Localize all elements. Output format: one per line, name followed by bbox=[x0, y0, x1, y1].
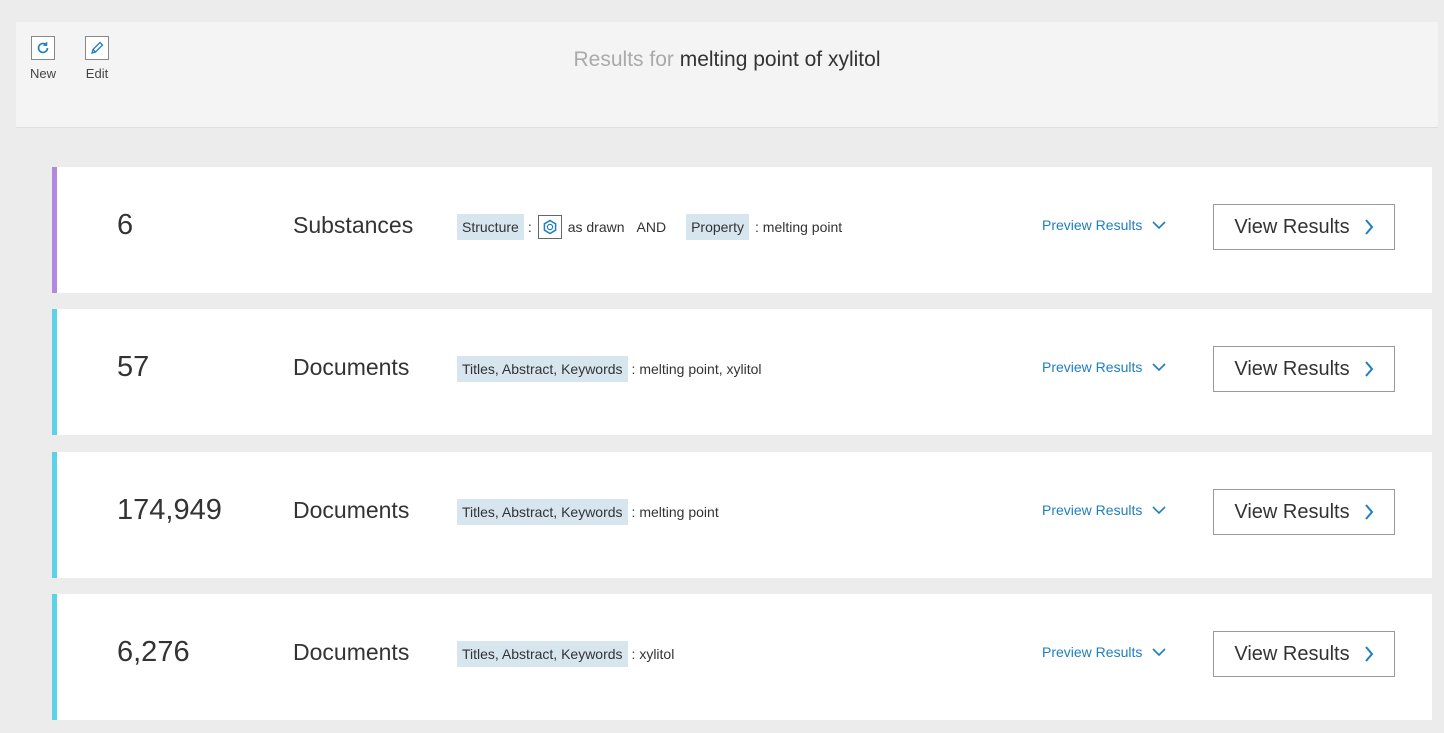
preview-label: Preview Results bbox=[1042, 359, 1143, 375]
view-results-button[interactable]: View Results bbox=[1213, 346, 1395, 392]
field-chip: Titles, Abstract, Keywords bbox=[457, 641, 628, 667]
query-header-bar: New Edit Results for melting point of xy… bbox=[16, 22, 1438, 128]
view-results-button[interactable]: View Results bbox=[1213, 204, 1395, 250]
and-operator: AND bbox=[636, 219, 667, 235]
view-results-button[interactable]: View Results bbox=[1213, 631, 1395, 677]
preview-label: Preview Results bbox=[1042, 217, 1143, 233]
result-count: 6 bbox=[117, 209, 134, 241]
query-value: : xylitol bbox=[631, 646, 675, 662]
query-value: : melting point, xylitol bbox=[631, 361, 762, 377]
view-results-label: View Results bbox=[1234, 500, 1350, 523]
preview-results-link[interactable]: Preview Results bbox=[1042, 217, 1166, 233]
field-chip: Structure bbox=[457, 214, 524, 240]
result-type: Documents bbox=[293, 354, 410, 380]
result-type: Documents bbox=[293, 639, 410, 665]
result-row: 6 Substances Structure : as drawn AND Pr… bbox=[52, 167, 1432, 293]
result-row: 174,949 Documents Titles, Abstract, Keyw… bbox=[52, 452, 1432, 578]
query-summary: Titles, Abstract, Keywords : melting poi… bbox=[457, 356, 762, 382]
field-chip: Property bbox=[686, 214, 749, 240]
preview-results-link[interactable]: Preview Results bbox=[1042, 644, 1166, 660]
result-count: 174,949 bbox=[117, 494, 222, 526]
title-prefix: Results for bbox=[573, 48, 674, 71]
result-type: Substances bbox=[293, 212, 414, 238]
result-count: 57 bbox=[117, 351, 150, 383]
structure-thumbnail-icon[interactable] bbox=[537, 215, 562, 239]
query-value: : melting point bbox=[755, 219, 843, 235]
chevron-right-icon bbox=[1364, 504, 1373, 520]
result-row: 57 Documents Titles, Abstract, Keywords … bbox=[52, 309, 1432, 435]
chevron-down-icon bbox=[1152, 506, 1166, 515]
chevron-right-icon bbox=[1364, 646, 1373, 662]
result-row: 6,276 Documents Titles, Abstract, Keywor… bbox=[52, 594, 1432, 720]
result-count: 6,276 bbox=[117, 636, 190, 668]
preview-label: Preview Results bbox=[1042, 502, 1143, 518]
query-summary: Titles, Abstract, Keywords : xylitol bbox=[457, 641, 674, 667]
page-title: Results for melting point of xylitol bbox=[16, 48, 1438, 72]
view-results-button[interactable]: View Results bbox=[1213, 489, 1395, 535]
chevron-down-icon bbox=[1152, 648, 1166, 657]
chevron-down-icon bbox=[1152, 221, 1166, 230]
field-chip: Titles, Abstract, Keywords bbox=[457, 499, 628, 525]
preview-results-link[interactable]: Preview Results bbox=[1042, 502, 1166, 518]
chevron-down-icon bbox=[1152, 363, 1166, 372]
view-results-label: View Results bbox=[1234, 642, 1350, 665]
view-results-label: View Results bbox=[1234, 357, 1350, 380]
chevron-right-icon bbox=[1364, 219, 1373, 235]
structure-mode: as drawn bbox=[567, 219, 625, 235]
chevron-right-icon bbox=[1364, 361, 1373, 377]
field-chip: Titles, Abstract, Keywords bbox=[457, 356, 628, 382]
query-summary: Titles, Abstract, Keywords : melting poi… bbox=[457, 499, 719, 525]
result-type: Documents bbox=[293, 497, 410, 523]
title-query: melting point of xylitol bbox=[679, 48, 881, 71]
query-summary: Structure : as drawn AND Property : melt… bbox=[457, 214, 842, 240]
preview-label: Preview Results bbox=[1042, 644, 1143, 660]
query-value: : melting point bbox=[631, 504, 719, 520]
preview-results-link[interactable]: Preview Results bbox=[1042, 359, 1166, 375]
view-results-label: View Results bbox=[1234, 215, 1350, 238]
